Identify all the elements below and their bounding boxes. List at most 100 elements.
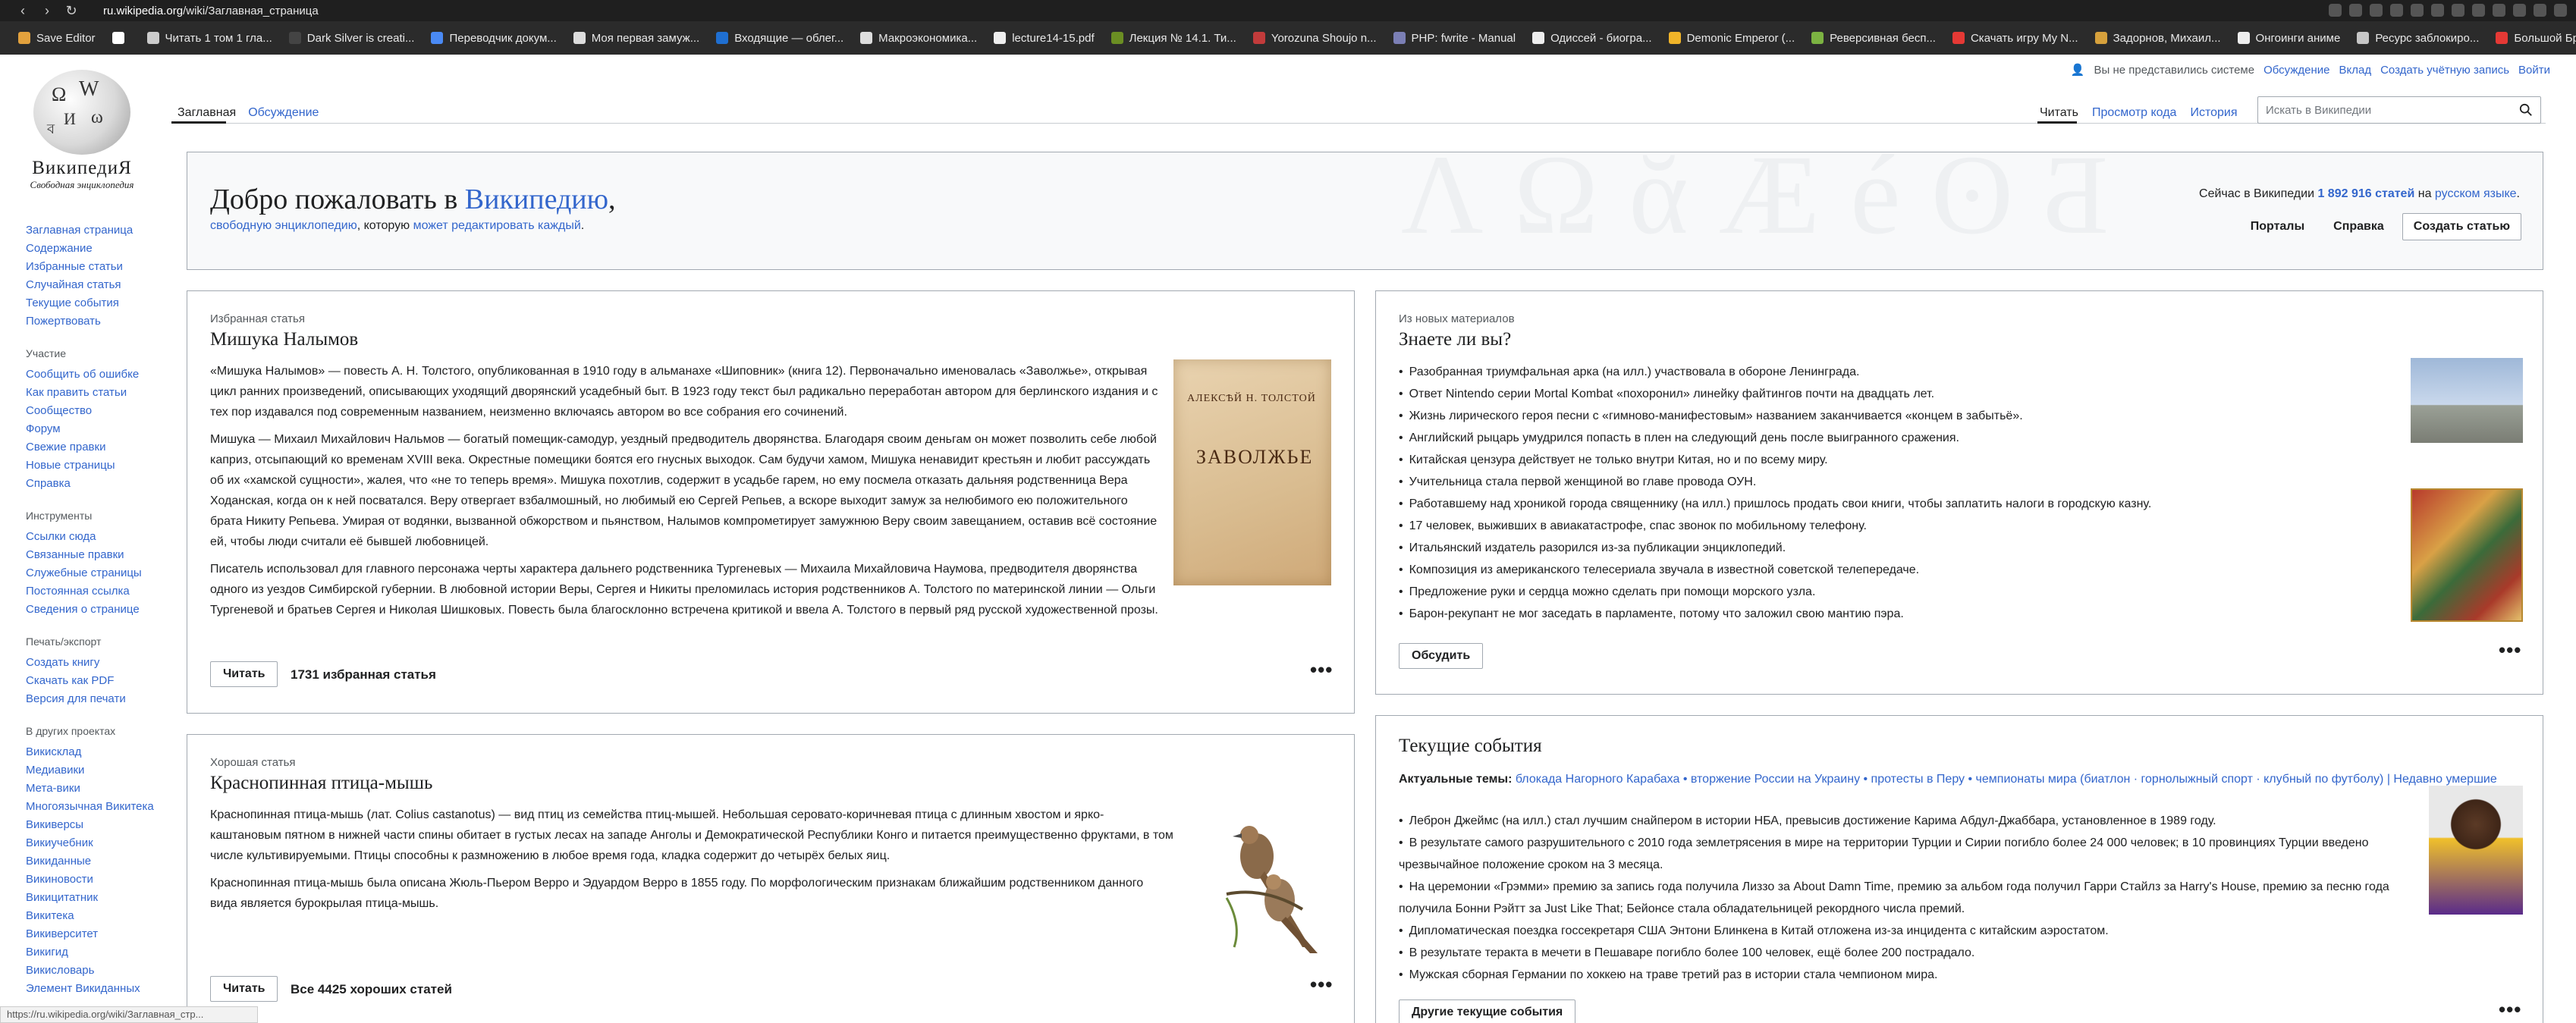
article-count-link[interactable]: 1 892 916 статей (2317, 187, 2414, 200)
read-button[interactable]: Читать (210, 661, 278, 687)
free-encyclopedia-link[interactable]: свободную энциклопедию (210, 219, 357, 232)
search-input[interactable]: Искать в Википедии (2257, 96, 2541, 124)
more-options-icon[interactable]: ••• (1310, 973, 1333, 996)
create-account-link[interactable]: Создать учётную запись (2380, 64, 2509, 77)
sidebar-link[interactable]: Случайная статья (26, 276, 162, 294)
bookmark-item[interactable]: lecture14-15.pdf (986, 32, 1101, 45)
extension-icon[interactable] (2390, 4, 2403, 17)
wikipedia-logo[interactable]: Ω W И ω ব ВикипедиЯ Свободная энциклопед… (21, 70, 143, 191)
extension-icon[interactable] (2370, 4, 2383, 17)
sidebar-link[interactable]: Как править статьи (26, 384, 162, 402)
painting-image[interactable] (2411, 488, 2523, 622)
bookmark-item[interactable]: PHP: fwrite - Manual (1386, 32, 1524, 45)
sidebar-link[interactable]: Заглавная страница (26, 221, 162, 240)
sidebar-link[interactable]: Викиучебник (26, 834, 162, 852)
good-count-link[interactable]: Все 4425 хороших статей (291, 982, 452, 997)
tab-talk[interactable]: Обсуждение (242, 103, 325, 123)
sidebar-link[interactable]: Постоянная ссылка (26, 582, 162, 601)
read-button[interactable]: Читать (210, 976, 278, 1002)
bookmark-item[interactable]: Скачать игру My N... (1945, 32, 2086, 45)
sidebar-link[interactable]: Викиновости (26, 871, 162, 889)
sidebar-link[interactable]: Пожертвовать (26, 312, 162, 331)
bookmark-item[interactable]: Макроэкономика... (853, 32, 985, 45)
extension-icon[interactable] (2472, 4, 2485, 17)
extension-icon[interactable] (2513, 4, 2526, 17)
bookmark-item[interactable] (105, 32, 138, 44)
more-options-icon[interactable]: ••• (1310, 658, 1333, 682)
extension-icon[interactable] (2452, 4, 2464, 17)
bookmark-item[interactable]: Yorozuna Shoujo n... (1246, 32, 1384, 45)
portals-button[interactable]: Порталы (2240, 215, 2315, 238)
bookmark-item[interactable]: Переводчик докум... (423, 32, 564, 45)
sidebar-link[interactable]: Викисклад (26, 743, 162, 761)
bird-illustration-image[interactable] (1196, 803, 1333, 955)
sidebar-link[interactable]: Мета-вики (26, 780, 162, 798)
address-bar[interactable]: ru.wikipedia.org/wiki/Заглавная_страница (103, 5, 319, 17)
sidebar-link[interactable]: Создать книгу (26, 654, 162, 672)
book-cover-image[interactable]: АЛЕКСѢЙ Н. ТОЛСТОЙ ЗАВОЛЖЬЕ (1173, 359, 1331, 585)
tab-view-source[interactable]: Просмотр кода (2085, 103, 2183, 123)
back-icon[interactable]: ‹ (11, 3, 35, 19)
sidebar-link[interactable]: Служебные страницы (26, 564, 162, 582)
discuss-button[interactable]: Обсудить (1399, 643, 1484, 669)
sidebar-link[interactable]: Ссылки сюда (26, 528, 162, 546)
tab-history[interactable]: История (2183, 103, 2244, 123)
bookmark-item[interactable]: Ресурс заблокиро... (2349, 32, 2486, 45)
sidebar-link[interactable]: Скачать как PDF (26, 672, 162, 690)
welcome-wikipedia-link[interactable]: Википедию (465, 184, 608, 215)
bookmark-item[interactable]: Demonic Emperor (... (1661, 32, 1803, 45)
bookmark-item[interactable]: Читать 1 том 1 гла... (140, 32, 280, 45)
card-title[interactable]: Краснопинная птица-мышь (210, 773, 432, 794)
user-talk-link[interactable]: Обсуждение (2263, 64, 2329, 77)
help-button[interactable]: Справка (2323, 215, 2395, 238)
extension-icon[interactable] (2493, 4, 2505, 17)
tab-main-page[interactable]: Заглавная (171, 103, 242, 123)
other-events-button[interactable]: Другие текущие события (1399, 999, 1576, 1023)
sidebar-link[interactable]: Викицитатник (26, 889, 162, 907)
extension-icon[interactable] (2411, 4, 2424, 17)
sidebar-link[interactable]: Связанные правки (26, 546, 162, 564)
sidebar-link[interactable]: Викитека (26, 907, 162, 925)
login-link[interactable]: Войти (2518, 64, 2550, 77)
triumphal-arch-image[interactable] (2411, 358, 2523, 443)
sidebar-link[interactable]: Викиверситет (26, 925, 162, 943)
sidebar-link[interactable]: Викисловарь (26, 962, 162, 980)
sidebar-link[interactable]: Многоязычная Викитека (26, 798, 162, 816)
sidebar-link[interactable]: Избранные статьи (26, 258, 162, 276)
more-options-icon[interactable]: ••• (2499, 998, 2521, 1021)
sidebar-link[interactable]: Викиверсы (26, 816, 162, 834)
topics-links[interactable]: блокада Нагорного Карабаха • вторжение Р… (1516, 773, 2497, 786)
sidebar-link[interactable]: Содержание (26, 240, 162, 258)
extension-icon[interactable] (2349, 4, 2362, 17)
extension-icon[interactable] (2431, 4, 2444, 17)
extension-icon[interactable] (2554, 4, 2567, 17)
sidebar-link[interactable]: Сведения о странице (26, 601, 162, 619)
sidebar-link[interactable]: Медиавики (26, 761, 162, 780)
sidebar-link[interactable]: Текущие события (26, 294, 162, 312)
sidebar-link[interactable]: Версия для печати (26, 690, 162, 708)
featured-count-link[interactable]: 1731 избранная статья (291, 667, 436, 683)
sidebar-link[interactable]: Свежие правки (26, 438, 162, 457)
forward-icon[interactable]: › (35, 3, 59, 19)
bookmark-item[interactable]: Лекция № 14.1. Ти... (1104, 32, 1244, 45)
create-article-button[interactable]: Создать статью (2402, 213, 2521, 240)
bookmark-item[interactable]: Большой Брат: Дру... (2488, 32, 2576, 45)
sidebar-link[interactable]: Викиданные (26, 852, 162, 871)
basketball-player-image[interactable] (2429, 786, 2523, 915)
bookmark-item[interactable]: Реверсивная бесп... (1804, 32, 1943, 45)
sidebar-link[interactable]: Викигид (26, 943, 162, 962)
anyone-can-edit-link[interactable]: может редактировать каждый (413, 219, 581, 232)
extension-icon[interactable] (2534, 4, 2546, 17)
sidebar-link[interactable]: Элемент Викиданных (26, 980, 162, 998)
contributions-link[interactable]: Вклад (2339, 64, 2371, 77)
sidebar-link[interactable]: Новые страницы (26, 457, 162, 475)
bookmark-item[interactable]: Онгоинги аниме (2230, 32, 2348, 45)
sidebar-link[interactable]: Сообщество (26, 402, 162, 420)
sidebar-link[interactable]: Справка (26, 475, 162, 493)
tab-read[interactable]: Читать (2033, 103, 2085, 123)
search-icon[interactable] (2519, 103, 2533, 117)
bookmark-item[interactable]: Одиссей - биогра... (1525, 32, 1660, 45)
more-options-icon[interactable]: ••• (2499, 639, 2521, 662)
bookmark-item[interactable]: Save Editor (11, 32, 103, 45)
extension-icon[interactable] (2329, 4, 2342, 17)
